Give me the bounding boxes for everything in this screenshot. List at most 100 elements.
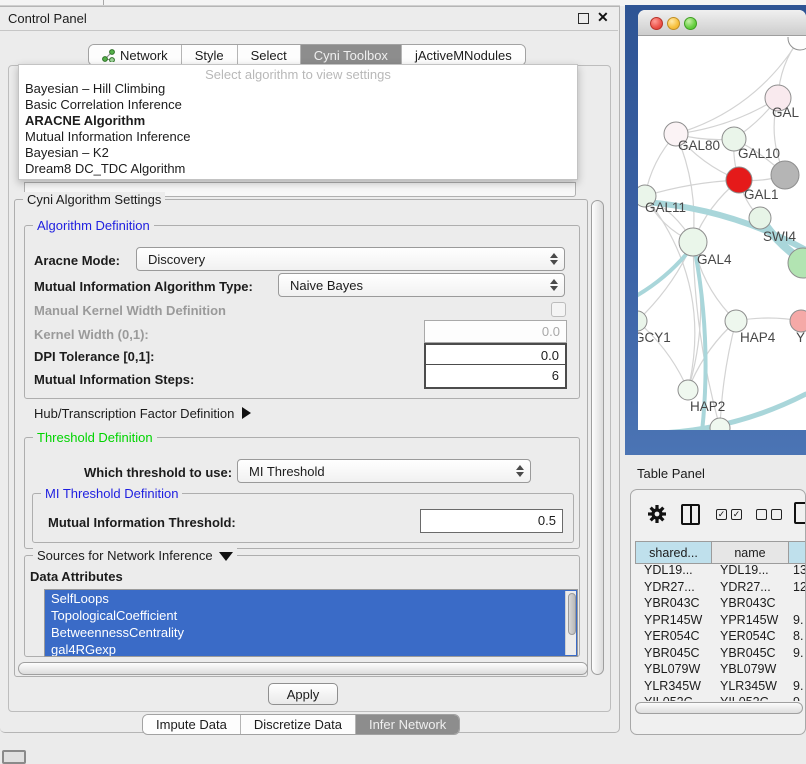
tab-discretize-data[interactable]: Discretize Data [241,715,356,734]
table-horizontal-scrollbar[interactable] [635,702,803,714]
which-threshold-combobox[interactable]: MI Threshold [237,459,531,483]
gear-icon[interactable] [647,504,667,524]
network-window-titlebar[interactable] [638,10,806,36]
settings-hscroll-thumb[interactable] [18,662,588,675]
close-icon[interactable]: ✕ [597,9,609,26]
expand-right-icon[interactable] [242,407,251,419]
mi-steps-field[interactable]: 6 [424,365,567,389]
tab-infer-network-label: Infer Network [369,717,446,732]
table-cell: YIL052C [635,695,711,701]
tab-network[interactable]: Network [89,45,182,65]
aracne-mode-value: Discovery [137,252,546,267]
control-panel-titlebar: Control Panel ✕ [0,7,618,31]
algorithm-option[interactable]: Bayesian – K2 [19,145,577,161]
algorithm-dropdown-popup: Select algorithm to view settings Bayesi… [18,64,578,180]
kernel-width-field[interactable]: 0.0 [424,320,567,343]
data-attributes-label: Data Attributes [30,569,123,584]
checked-checkbox-icon[interactable]: ✓ [731,509,742,520]
cyni-settings-title: Cyni Algorithm Settings [23,192,165,207]
zoom-traffic-light[interactable] [684,17,697,30]
table-hscroll-thumb[interactable] [635,702,803,714]
network-canvas[interactable]: GALGAL80GAL10GAL1GAL11SWI4GAL4GCY1HAP4YH… [638,37,806,430]
table-cell: YBR043C [635,596,711,613]
table-row[interactable]: YBL079WYBL079W [635,662,806,679]
network-node[interactable] [749,207,771,229]
split-columns-icon[interactable] [681,504,700,525]
network-node[interactable] [788,37,806,50]
node-label: SWI4 [763,229,796,244]
dpi-tolerance-field[interactable]: 0.0 [424,343,567,366]
checked-checkbox-icon[interactable]: ✓ [716,509,727,520]
data-attributes-list[interactable]: SelfLoopsTopologicalCoefficientBetweenne… [44,589,578,657]
algorithm-option[interactable]: ARACNE Algorithm [19,113,577,129]
unchecked-checkbox-icon[interactable] [771,509,782,520]
tab-discretize-data-label: Discretize Data [254,717,342,732]
which-threshold-label: Which threshold to use: [84,465,232,480]
settings-vertical-scrollbar[interactable] [591,200,604,675]
tab-style-label: Style [195,48,224,63]
attributes-scrollbar[interactable] [565,591,576,655]
attribute-item[interactable]: gal4RGexp [45,641,577,657]
settings-horizontal-scrollbar[interactable] [18,662,588,675]
apply-button[interactable]: Apply [268,683,338,705]
tab-impute-data[interactable]: Impute Data [143,715,241,734]
settings-vscroll-thumb[interactable] [591,200,604,675]
tab-infer-network[interactable]: Infer Network [356,715,459,734]
table-row[interactable]: YDL19...YDL19...13 [635,563,806,580]
network-node[interactable] [710,418,730,430]
tab-cyni-toolbox[interactable]: Cyni Toolbox [301,45,402,65]
table-cell: YDR27... [635,580,711,597]
new-column-icon[interactable] [794,502,806,524]
node-label: GCY1 [638,330,671,345]
minimize-traffic-light[interactable] [667,17,680,30]
mi-type-combobox[interactable]: Naive Bayes [278,273,565,297]
aracne-mode-label: Aracne Mode: [34,253,120,268]
network-node[interactable] [725,310,747,332]
column-header-partial[interactable]: A [789,542,806,564]
aracne-mode-combobox[interactable]: Discovery [136,247,565,271]
table-row[interactable]: YLR345WYLR345W9. [635,679,806,696]
algorithm-option[interactable]: Basic Correlation Inference [19,97,577,113]
node-label: GAL1 [744,187,779,202]
network-node[interactable] [678,380,698,400]
float-window-icon[interactable] [578,13,589,24]
attribute-item[interactable]: SelfLoops [45,590,577,607]
combo-stepper-icon [546,253,564,265]
table-cell: YLR345W [635,679,711,696]
unchecked-checkbox-icon[interactable] [756,509,767,520]
attributes-scrollbar-thumb[interactable] [568,593,576,635]
control-panel-title: Control Panel [8,11,87,26]
algorithm-option[interactable]: Bayesian – Hill Climbing [19,81,577,97]
tab-select[interactable]: Select [238,45,301,65]
table-cell: YBR045C [711,646,788,663]
network-edge-highlighted[interactable] [638,246,693,302]
table-cell: 12 [788,580,806,597]
table-row[interactable]: YIL052CYIL052C9 [635,695,806,701]
algorithm-option[interactable]: Mutual Information Inference [19,129,577,145]
sources-toggle[interactable]: Sources for Network Inference [33,548,237,563]
hub-definition-label: Hub/Transcription Factor Definition [34,406,234,421]
collapse-down-icon[interactable] [219,552,233,561]
attribute-item[interactable]: BetweennessCentrality [45,624,577,641]
algorithm-option[interactable]: Dream8 DC_TDC Algorithm [19,161,577,177]
table-row[interactable]: YBR045CYBR045C9. [635,646,806,663]
table-row[interactable]: YPR145WYPR145W9. [635,613,806,630]
network-node[interactable] [790,310,806,332]
tab-impute-data-label: Impute Data [156,717,227,732]
attribute-item[interactable]: TopologicalCoefficient [45,607,577,624]
column-header-shared[interactable]: shared... [636,542,712,564]
close-traffic-light[interactable] [650,17,663,30]
table-cell: YDL19... [711,563,788,580]
table-row[interactable]: YER054CYER054C8. [635,629,806,646]
manual-kernel-checkbox[interactable] [551,302,566,317]
table-row[interactable]: YBR043CYBR043C [635,596,806,613]
network-node[interactable] [771,161,799,189]
tab-jactivemnodules[interactable]: jActiveMNodules [402,45,525,65]
column-header-name[interactable]: name [712,542,789,564]
table-row[interactable]: YDR27...YDR27...12 [635,580,806,597]
mi-threshold-field[interactable]: 0.5 [420,509,563,533]
hub-definition-toggle[interactable]: Hub/Transcription Factor Definition [34,406,251,421]
tab-style[interactable]: Style [182,45,238,65]
control-panel-tabbar: Network Style Select Cyni Toolbox jActiv… [88,44,526,66]
network-edge[interactable] [645,196,695,390]
